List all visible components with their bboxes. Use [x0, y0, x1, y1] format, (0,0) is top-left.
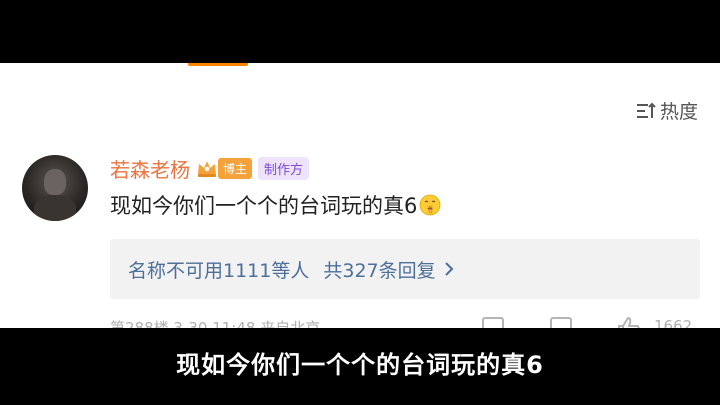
- chevron-right-icon: [444, 262, 454, 276]
- author-row: 若森老杨 博主 制作方: [110, 154, 310, 183]
- comment-text-row: 现如今你们一个个的台词玩的真6: [110, 190, 441, 220]
- comment-text: 现如今你们一个个的台词玩的真6: [110, 194, 418, 218]
- avatar[interactable]: [22, 155, 88, 221]
- sort-label: 热度: [659, 101, 698, 123]
- comment-meta: 第288楼 3-30 11:48 来自北京: [110, 319, 321, 328]
- sort-by-hot-button[interactable]: 热度: [636, 97, 698, 124]
- reply-count: 共327条回复: [323, 259, 436, 282]
- reply-users: 名称不可用1111等人: [128, 259, 310, 282]
- video-subtitle: 现如今你们一个个的台词玩的真6: [176, 351, 544, 379]
- avatar-body: [34, 195, 76, 221]
- author-name[interactable]: 若森老杨: [110, 154, 190, 183]
- avatar-face: [44, 169, 66, 195]
- like-count: 1662: [654, 317, 693, 328]
- comment-panel: 热度 若森老杨 博主 制作方 现如今你们一个个的台词玩的真6 名称不可用1111…: [0, 63, 720, 328]
- video-letterbox-top: [0, 0, 720, 63]
- shushing-face-emoji-icon: [419, 194, 441, 216]
- sort-icon: [636, 102, 656, 118]
- view-replies-button[interactable]: 名称不可用1111等人 共327条回复: [110, 239, 700, 299]
- reply-icon[interactable]: [550, 317, 572, 328]
- video-subtitle-bar: 现如今你们一个个的台词玩的真6: [0, 328, 720, 405]
- crown-icon: [198, 161, 216, 177]
- blogger-badge: 博主: [218, 157, 253, 179]
- like-icon[interactable]: [616, 315, 642, 328]
- active-tab-indicator: [188, 63, 248, 66]
- creator-badge: 制作方: [258, 156, 310, 180]
- share-icon[interactable]: [482, 317, 504, 328]
